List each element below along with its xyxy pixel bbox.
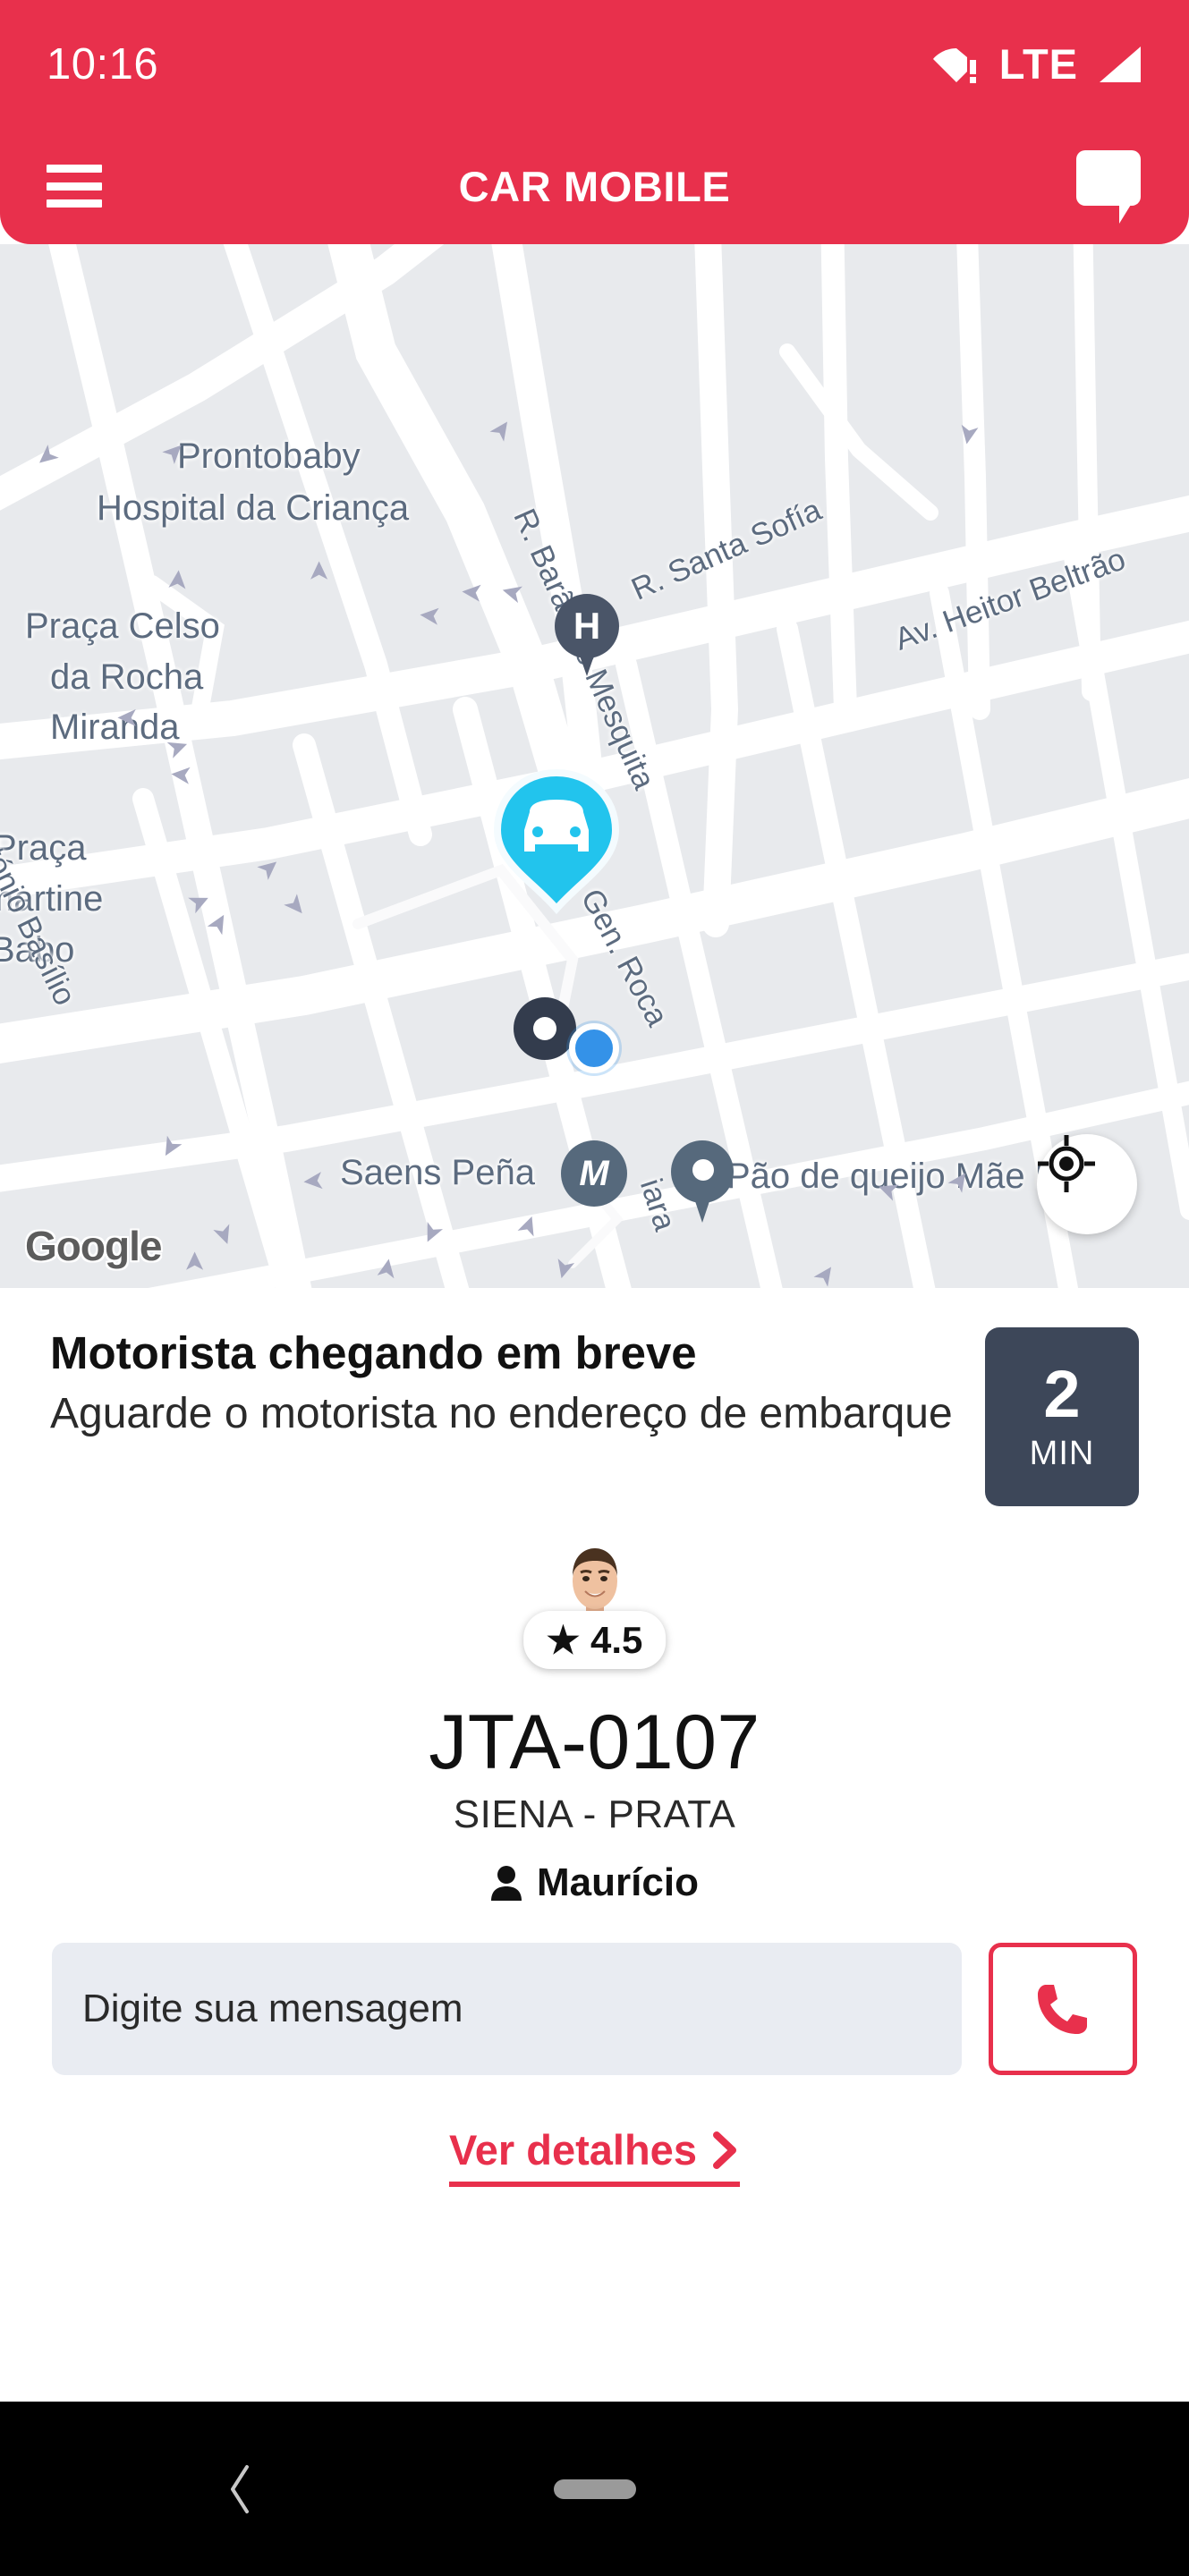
direction-arrow: ➤ (180, 1250, 210, 1274)
ride-status-title: Motorista chegando em breve (50, 1327, 697, 1378)
map-label-saens-pena: Saens Peña (340, 1153, 535, 1192)
call-button[interactable] (989, 1943, 1137, 2075)
car-pin-icon[interactable] (478, 766, 635, 914)
chat-bubble-icon[interactable] (1076, 150, 1142, 224)
android-nav-bar (0, 2402, 1189, 2576)
direction-arrow: ➤ (304, 559, 335, 583)
map-view[interactable]: Prontobaby Hospital da Criança Praça Cel… (0, 244, 1189, 1288)
map-label-hospital: Hospital da Criança (97, 488, 410, 528)
ride-info-sheet: Motorista chegando em breve Aguarde o mo… (0, 1288, 1189, 2402)
eta-badge: 2 MIN (985, 1327, 1139, 1506)
avatar[interactable]: ★ 4.5 (522, 1535, 667, 1669)
map-label-praca-celso: Praça Celso (25, 606, 220, 646)
message-row (0, 1943, 1189, 2075)
back-chevron-icon[interactable] (224, 2462, 256, 2516)
direction-arrow: ➤ (162, 567, 194, 593)
direction-arrow: ➤ (459, 576, 485, 609)
app-bar: CAR MOBILE (0, 128, 1189, 244)
direction-arrow: ➤ (168, 758, 194, 792)
map-label-prontobaby: Prontobaby (177, 436, 361, 476)
user-location-dot[interactable] (569, 1023, 619, 1073)
wifi-warning-icon (932, 47, 976, 83)
view-details-link[interactable]: Ver detalhes (0, 2125, 1189, 2187)
poi-marker[interactable] (671, 1140, 734, 1223)
chevron-right-icon (712, 2131, 736, 2169)
map-label-da-rocha: da Rocha (50, 657, 204, 697)
map-label-miranda: Miranda (50, 708, 180, 747)
metro-marker[interactable]: M (561, 1140, 627, 1207)
eta-value: 2 (1043, 1356, 1081, 1431)
phone-screen: 10:16 LTE CAR MOBILE Prontobaby Hospital… (0, 0, 1189, 2576)
hamburger-menu-icon[interactable] (47, 165, 102, 208)
vehicle-model: SIENA - PRATA (453, 1792, 736, 1836)
view-details-label: Ver detalhes (449, 2126, 697, 2174)
message-input[interactable] (52, 1943, 962, 2075)
driver-rating: ★ 4.5 (522, 1611, 667, 1669)
page-title: CAR MOBILE (458, 162, 731, 210)
driver-name-row: Maurício (0, 1860, 1189, 1905)
status-bar: 10:16 LTE (0, 0, 1189, 128)
driver-name: Maurício (537, 1860, 699, 1904)
status-icons: LTE (932, 39, 1142, 89)
vehicle-plate: JTA-0107 (429, 1699, 760, 1785)
hospital-marker-letter: H (573, 605, 601, 647)
ride-status-text: Motorista chegando em breve Aguarde o mo… (50, 1327, 985, 1506)
phone-icon (1038, 1985, 1087, 2034)
network-type-label: LTE (998, 40, 1078, 88)
hospital-marker[interactable]: H (555, 594, 619, 676)
home-pill-icon[interactable] (553, 2479, 636, 2499)
ride-status-subtitle: Aguarde o motorista no endereço de embar… (50, 1390, 953, 1438)
direction-arrow: ➤ (116, 703, 140, 733)
google-logo: Google (25, 1223, 162, 1269)
status-clock: 10:16 (47, 39, 159, 89)
pickup-dot-icon[interactable] (514, 997, 576, 1060)
person-icon (491, 1866, 522, 1901)
direction-arrow: ➤ (417, 599, 443, 632)
my-location-icon[interactable] (1037, 1134, 1137, 1234)
eta-unit: MIN (1029, 1434, 1095, 1472)
driver-block: ★ 4.5 JTA-0107 SIENA - PRATA Maurício (0, 1535, 1189, 1905)
signal-triangle-icon (1100, 46, 1141, 82)
direction-arrow: ➤ (301, 1165, 327, 1198)
ride-status-row: Motorista chegando em breve Aguarde o mo… (0, 1288, 1189, 1506)
